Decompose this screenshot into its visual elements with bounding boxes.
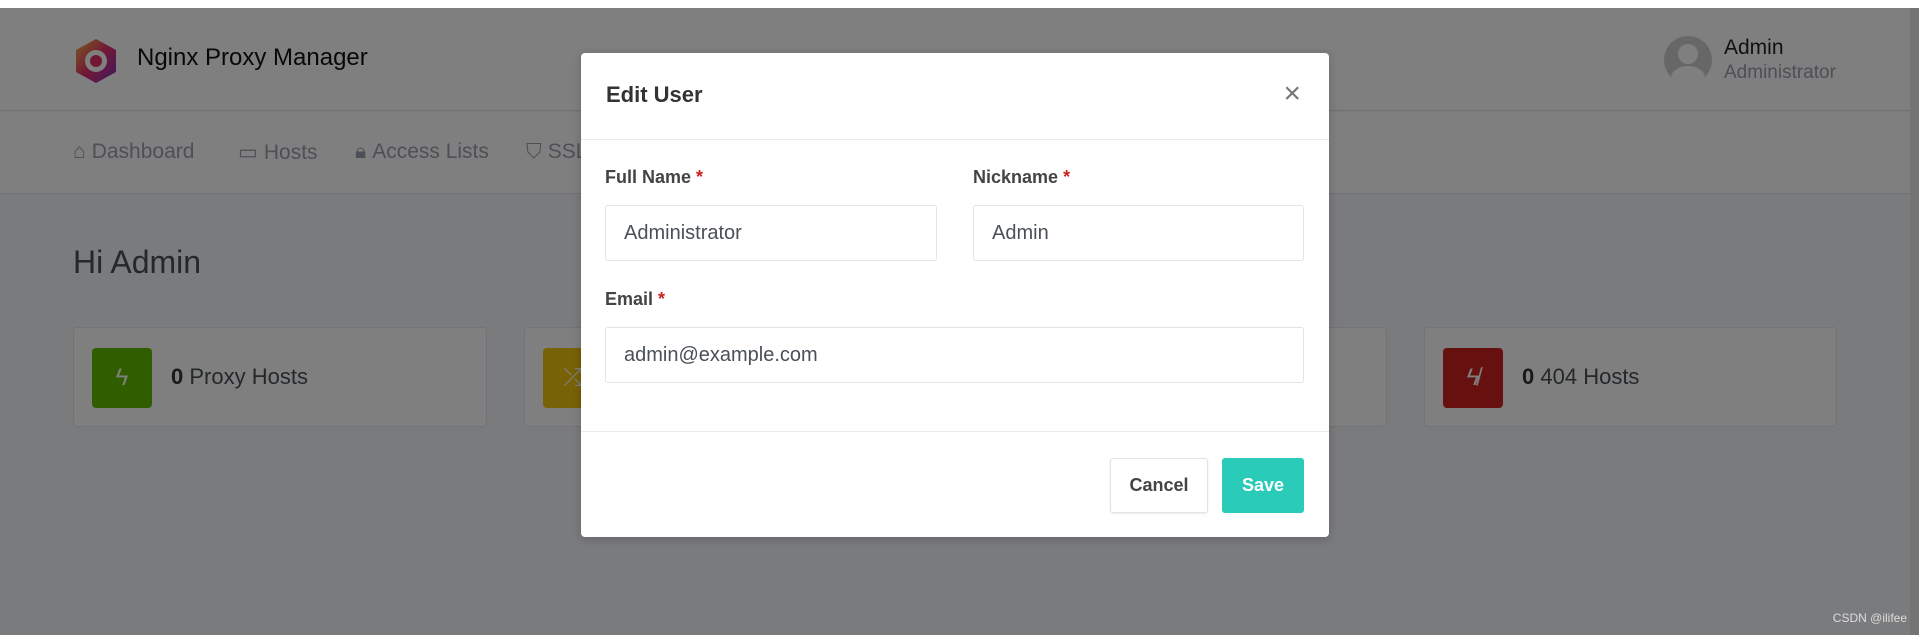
watermark: CSDN @ilifee bbox=[1832, 611, 1907, 625]
close-icon[interactable]: × bbox=[1283, 77, 1301, 111]
full-name-input[interactable] bbox=[605, 205, 937, 261]
cancel-button[interactable]: Cancel bbox=[1110, 458, 1208, 513]
modal-title: Edit User bbox=[606, 82, 703, 107]
full-name-label: Full Name * bbox=[605, 167, 704, 187]
nickname-label: Nickname * bbox=[973, 167, 1071, 187]
save-button[interactable]: Save bbox=[1222, 458, 1304, 513]
modal-header: Edit User × bbox=[581, 53, 1329, 140]
email-label: Email * bbox=[605, 289, 666, 309]
modal-footer-divider bbox=[581, 431, 1329, 432]
edit-user-modal: Edit User × Full Name * Nickname * Email… bbox=[581, 53, 1329, 537]
email-input[interactable] bbox=[605, 327, 1304, 383]
nickname-input[interactable] bbox=[973, 205, 1304, 261]
